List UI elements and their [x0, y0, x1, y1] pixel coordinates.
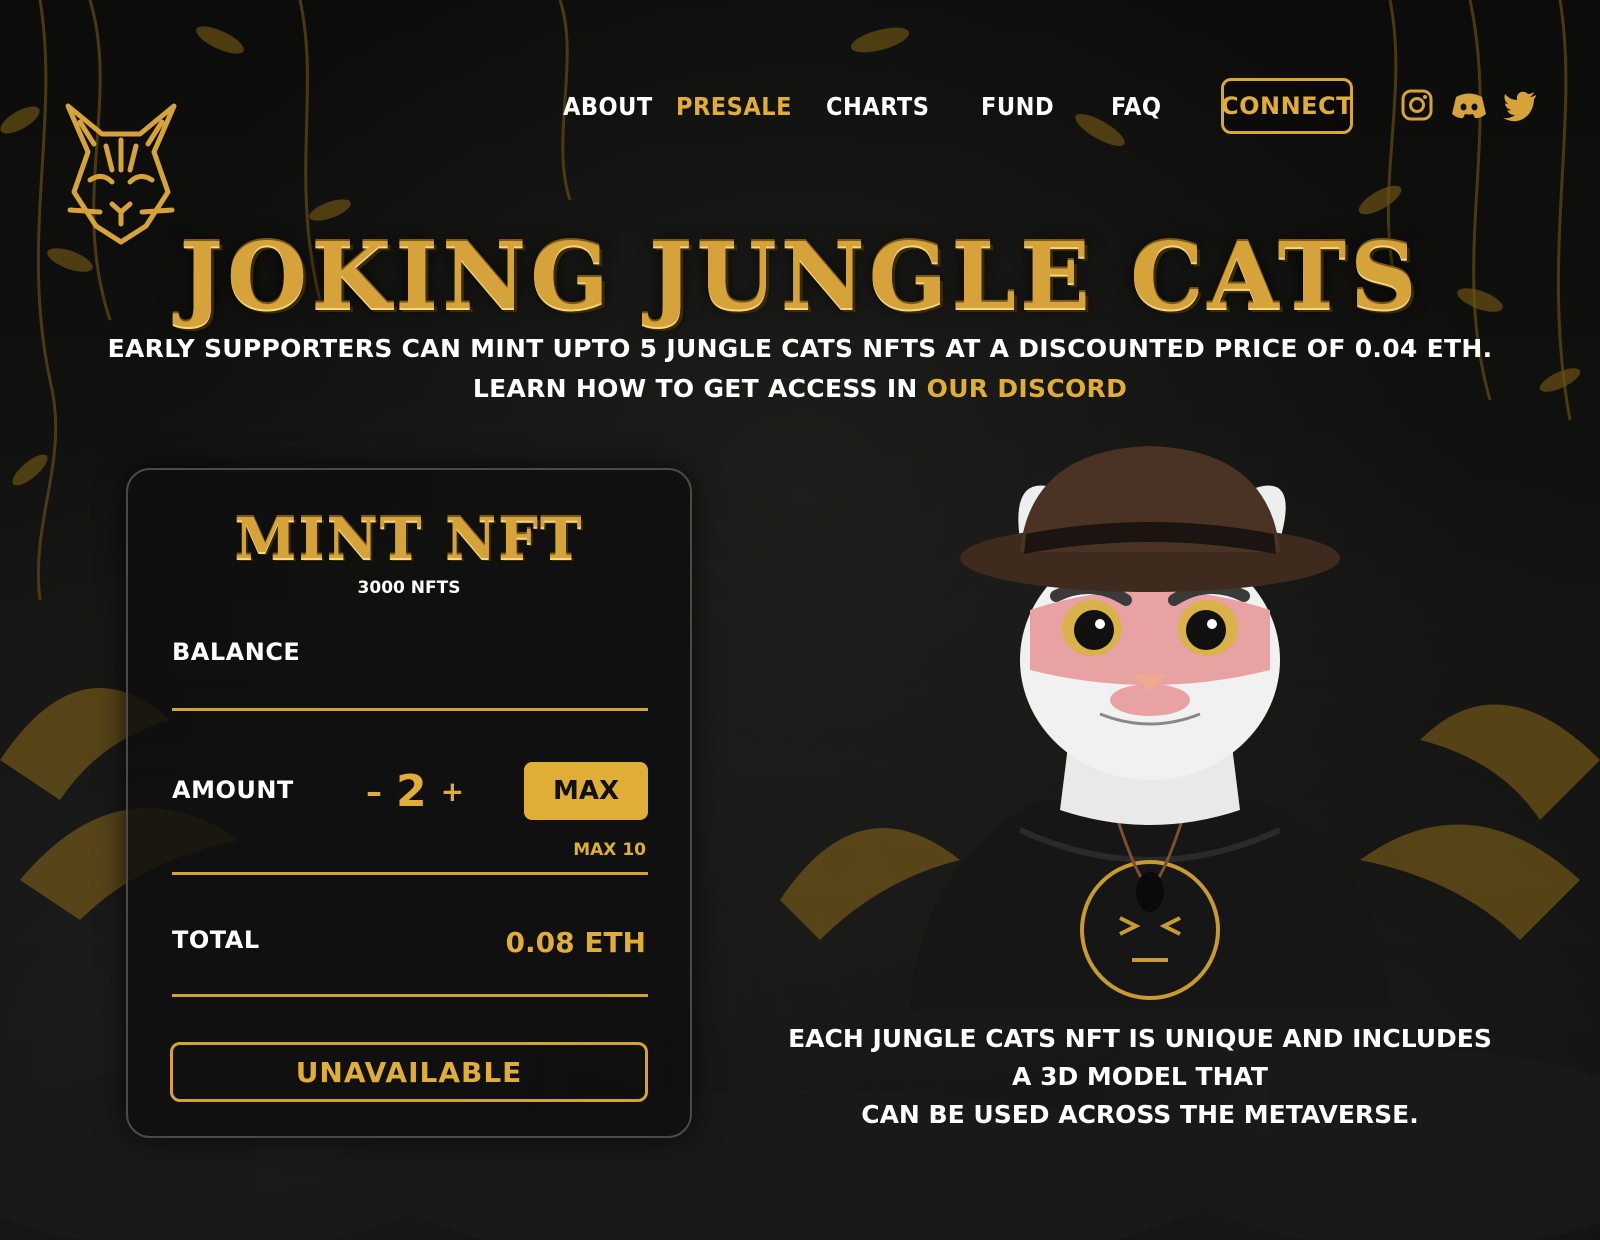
hero-line-2: LEARN HOW TO GET ACCESS IN OUR DISCORD: [0, 374, 1600, 403]
balance-label: BALANCE: [172, 638, 301, 666]
total-divider: [172, 994, 648, 997]
hero-line-1: EARLY SUPPORTERS CAN MINT UPTO 5 JUNGLE …: [107, 334, 1493, 363]
connect-button[interactable]: CONNECT: [1221, 78, 1353, 134]
discord-icon[interactable]: [1450, 88, 1488, 122]
increment-button[interactable]: +: [441, 775, 464, 808]
nft-description: EACH JUNGLE CATS NFT IS UNIQUE AND INCLU…: [780, 1020, 1500, 1134]
nav-about[interactable]: ABOUT: [563, 92, 653, 121]
mint-card: MINT NFT 3000 NFTS BALANCE AMOUNT – 2 + …: [126, 468, 692, 1138]
nav-faq[interactable]: FAQ: [1111, 92, 1162, 121]
discord-link[interactable]: OUR DISCORD: [927, 374, 1127, 403]
balance-divider: [172, 708, 648, 711]
decrement-button[interactable]: –: [366, 773, 382, 811]
amount-label: AMOUNT: [172, 776, 294, 804]
nav-fund[interactable]: FUND: [981, 92, 1054, 121]
unavailable-button[interactable]: UNAVAILABLE: [170, 1042, 648, 1102]
nav-charts[interactable]: CHARTS: [826, 92, 929, 121]
nft-description-line-2: CAN BE USED ACROSS THE METAVERSE.: [861, 1100, 1419, 1129]
max-note: MAX 10: [573, 840, 646, 860]
hero-line-2-text: LEARN HOW TO GET ACCESS IN: [472, 374, 927, 403]
total-value: 0.08 ETH: [505, 926, 647, 959]
amount-stepper: – 2 +: [366, 766, 464, 817]
instagram-icon[interactable]: [1400, 88, 1434, 122]
amount-value: 2: [396, 766, 427, 817]
total-label: TOTAL: [172, 926, 260, 954]
nav-presale[interactable]: PRESALE: [676, 92, 792, 121]
hero-title: JOKING JUNGLE CATS: [179, 222, 1421, 330]
jungle-cat-character-image: [910, 446, 1390, 1010]
mint-title: MINT NFT: [234, 506, 584, 572]
twitter-icon[interactable]: [1502, 88, 1538, 122]
amount-divider: [172, 872, 648, 875]
nft-description-line-1: EACH JUNGLE CATS NFT IS UNIQUE AND INCLU…: [788, 1024, 1492, 1091]
mint-subtitle: 3000 NFTS: [357, 578, 461, 598]
max-button[interactable]: MAX: [524, 762, 648, 820]
